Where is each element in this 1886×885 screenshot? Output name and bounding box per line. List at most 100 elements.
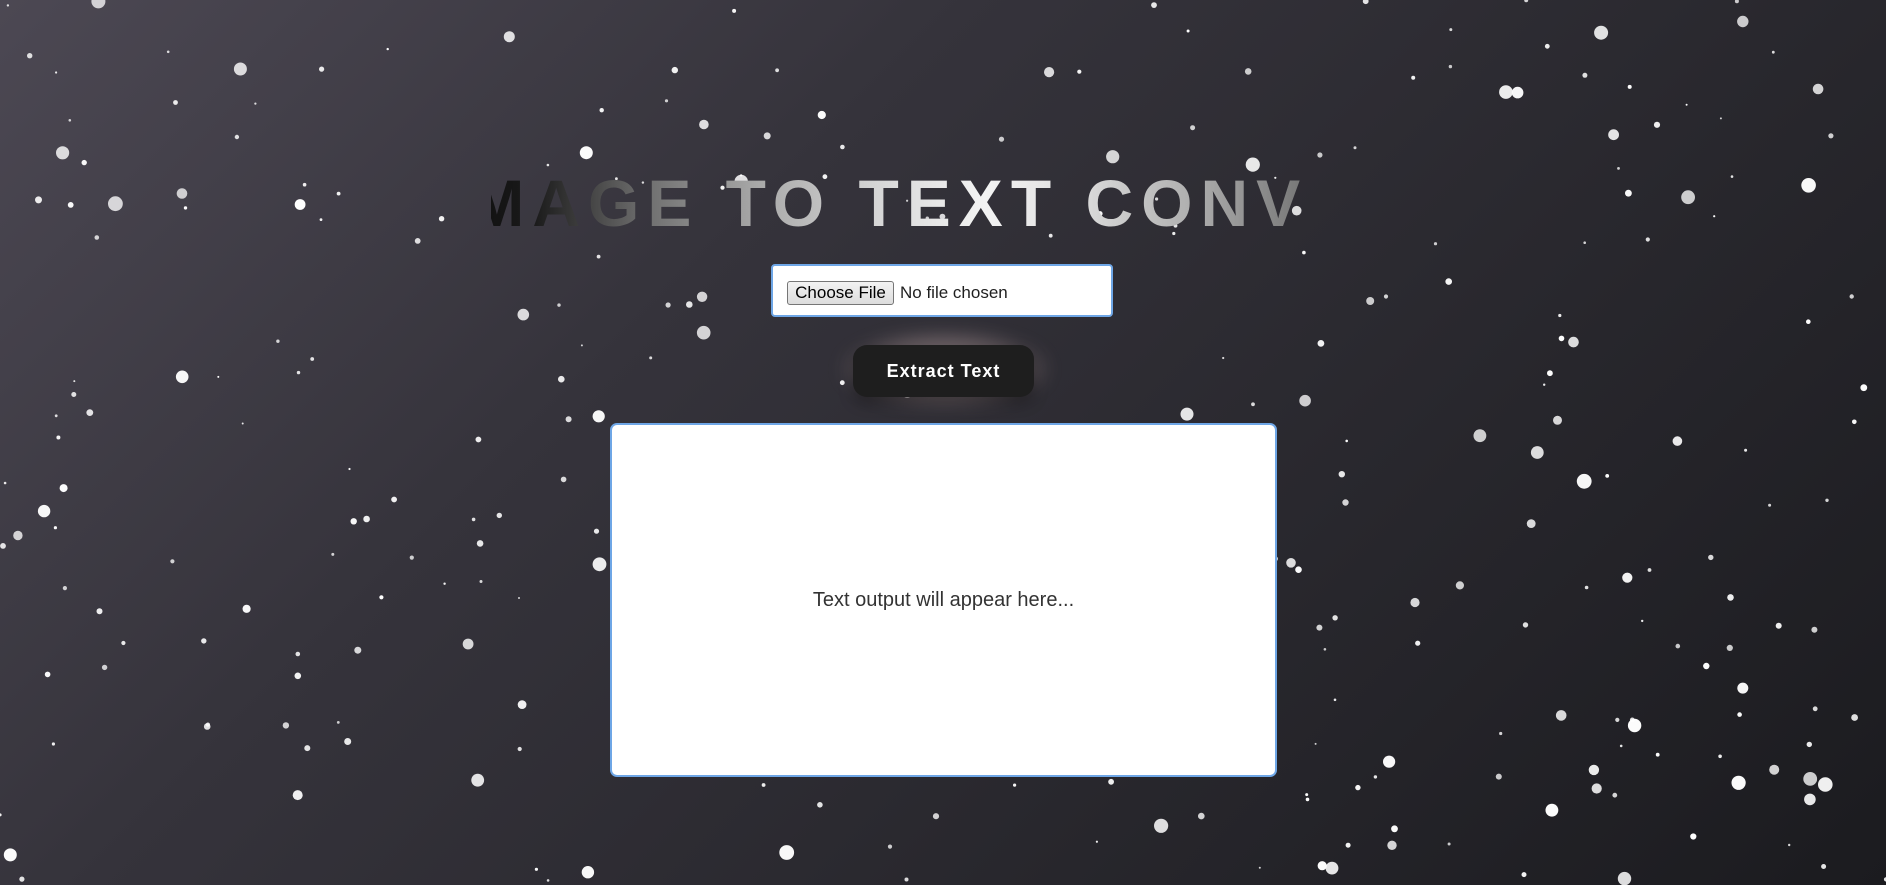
- snowflake: [166, 50, 170, 54]
- snowflake: [1530, 446, 1544, 459]
- snowflake: [517, 308, 530, 321]
- snowflake: [379, 595, 384, 600]
- snowflake: [62, 586, 67, 591]
- snowflake: [56, 146, 70, 160]
- snowflake: [664, 99, 669, 103]
- snowflake: [671, 66, 678, 74]
- snowflake: [344, 738, 352, 745]
- snowflake: [1653, 121, 1661, 128]
- snowflake: [517, 700, 527, 709]
- snowflake: [1821, 864, 1827, 869]
- snowflake: [51, 742, 56, 746]
- snowflake: [1338, 471, 1346, 478]
- file-input[interactable]: Choose File No file chosen: [771, 264, 1113, 317]
- text-output-area[interactable]: Text output will appear here...: [610, 423, 1277, 777]
- snowflake: [1812, 83, 1824, 95]
- snowflake: [363, 515, 370, 523]
- snowflake: [1391, 825, 1398, 833]
- snowflake: [94, 235, 100, 240]
- snowflake: [1095, 840, 1098, 843]
- snowflake: [1342, 499, 1349, 506]
- snowflake: [1852, 419, 1857, 425]
- snowflake: [932, 813, 940, 820]
- snowflake: [282, 722, 290, 729]
- page-title-container: IMAGE TO TEXT CONVERTER: [491, 166, 1305, 240]
- snowflake: [1719, 117, 1722, 120]
- snowflake: [1617, 871, 1632, 885]
- snowflake: [1726, 644, 1733, 652]
- snowflake: [1547, 370, 1553, 377]
- snowflake: [1258, 866, 1261, 869]
- snowflake: [1591, 783, 1602, 794]
- snowflake: [471, 517, 476, 522]
- snowflake: [217, 375, 220, 378]
- snowflake: [55, 71, 58, 74]
- snowflake: [1806, 741, 1813, 748]
- snowflake: [518, 597, 520, 599]
- snowflake: [1730, 175, 1734, 178]
- snowflake: [1543, 383, 1546, 386]
- snowflake: [580, 344, 583, 347]
- snowflake: [1627, 84, 1632, 89]
- snowflake: [1077, 69, 1082, 74]
- snowflake: [1769, 764, 1780, 775]
- snowflake: [121, 640, 126, 646]
- snowflake: [1625, 189, 1632, 197]
- snowflake: [1768, 503, 1772, 507]
- snowflake: [593, 528, 600, 534]
- snowflake: [1713, 215, 1716, 218]
- snowflake: [336, 191, 341, 196]
- snowflake: [1286, 558, 1296, 568]
- snowflake: [1186, 29, 1190, 33]
- snowflake: [0, 813, 2, 817]
- snowflake: [1383, 755, 1396, 768]
- snowflake: [1675, 643, 1681, 649]
- snowflake: [296, 370, 301, 375]
- snowflake: [302, 182, 307, 187]
- snowflake: [1151, 2, 1157, 8]
- snowflake: [534, 867, 539, 871]
- snowflake: [763, 132, 771, 140]
- snowflake: [579, 146, 593, 160]
- snowflake: [1473, 429, 1487, 443]
- snowflake: [1433, 242, 1438, 246]
- snowflake: [699, 119, 709, 130]
- choose-file-button[interactable]: Choose File: [787, 281, 894, 305]
- snowflake: [201, 638, 207, 644]
- snowflake: [1681, 190, 1695, 205]
- snowflake: [1583, 241, 1586, 244]
- snowflake: [1860, 384, 1868, 392]
- snowflake: [1305, 793, 1309, 797]
- snowflake: [1447, 842, 1451, 846]
- snowflake: [1584, 585, 1589, 590]
- snowflake: [331, 552, 335, 556]
- snowflake: [817, 110, 826, 120]
- extract-text-button[interactable]: Extract Text: [853, 345, 1034, 397]
- snowflake: [1544, 43, 1550, 49]
- snowflake: [560, 476, 567, 483]
- snowflake: [1302, 250, 1306, 255]
- snowflake: [1617, 167, 1620, 170]
- snowflake: [1608, 129, 1619, 141]
- snowflake: [1803, 772, 1818, 786]
- snowflake: [475, 436, 482, 443]
- snowflake: [1411, 75, 1416, 80]
- snowflake: [37, 504, 51, 518]
- snowflake: [1345, 842, 1351, 848]
- snowflake: [1672, 436, 1683, 446]
- snowflake: [1317, 340, 1325, 347]
- snowflake: [56, 435, 61, 440]
- snowflake: [350, 518, 357, 525]
- snowflake: [1353, 146, 1357, 150]
- snowflake: [1316, 624, 1323, 631]
- snowflake: [354, 646, 362, 654]
- snowflake: [1448, 64, 1453, 69]
- snowflake: [1641, 619, 1644, 623]
- snowflake: [241, 422, 244, 425]
- snowflake: [1345, 439, 1348, 443]
- snowflake: [1851, 714, 1858, 721]
- snowflake: [295, 651, 301, 657]
- snowflake: [1495, 773, 1502, 780]
- snowflake: [108, 196, 123, 212]
- snowflake: [775, 68, 779, 73]
